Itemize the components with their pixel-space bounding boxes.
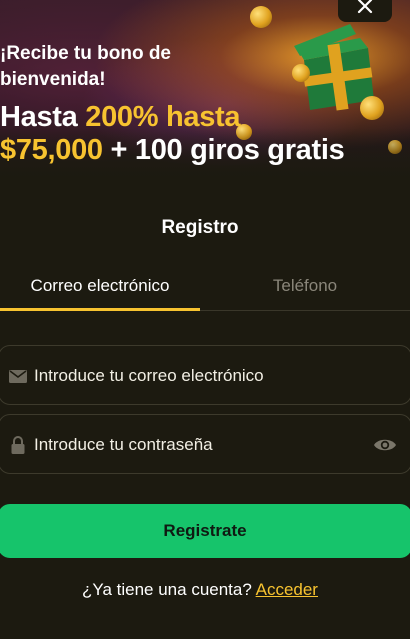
promo-headline-amount: $75,000 — [0, 134, 103, 166]
login-prompt-text: ¿Ya tiene una cuenta? — [82, 580, 256, 599]
form-title: Registro — [161, 217, 239, 238]
tab-phone[interactable]: Teléfono — [205, 272, 405, 311]
login-prompt: ¿Ya tiene una cuenta? Acceder — [0, 580, 400, 600]
envelope-icon — [9, 370, 27, 383]
login-link[interactable]: Acceder — [256, 580, 318, 599]
promo-headline-suffix: + 100 giros gratis — [102, 134, 345, 166]
lock-icon — [11, 436, 25, 454]
close-button[interactable] — [338, 0, 392, 22]
promo-subtitle: ¡Recibe tu bono de bienvenida! — [0, 43, 171, 90]
password-field[interactable]: Introduce tu contraseña — [0, 414, 410, 474]
tab-email[interactable]: Correo electrónico — [0, 272, 200, 311]
close-icon — [357, 0, 373, 14]
password-placeholder: Introduce tu contraseña — [34, 435, 213, 454]
promo-headline-prefix: Hasta — [0, 101, 86, 133]
email-field[interactable]: Introduce tu correo electrónico — [0, 345, 410, 405]
eye-icon[interactable] — [373, 434, 397, 456]
signup-method-tabs: Correo electrónico Teléfono — [0, 272, 410, 311]
promo-headline: Hasta 200% hasta $75,000 + 100 giros grat… — [0, 101, 400, 167]
register-button[interactable]: Registrate — [0, 504, 410, 558]
coin-decoration — [292, 64, 310, 82]
promo-banner: ¡Recibe tu bono de bienvenida! Hasta 200… — [0, 0, 410, 188]
promo-headline-percent: 200% hasta — [85, 101, 241, 133]
email-placeholder: Introduce tu correo electrónico — [34, 366, 264, 385]
coin-decoration — [250, 6, 272, 28]
